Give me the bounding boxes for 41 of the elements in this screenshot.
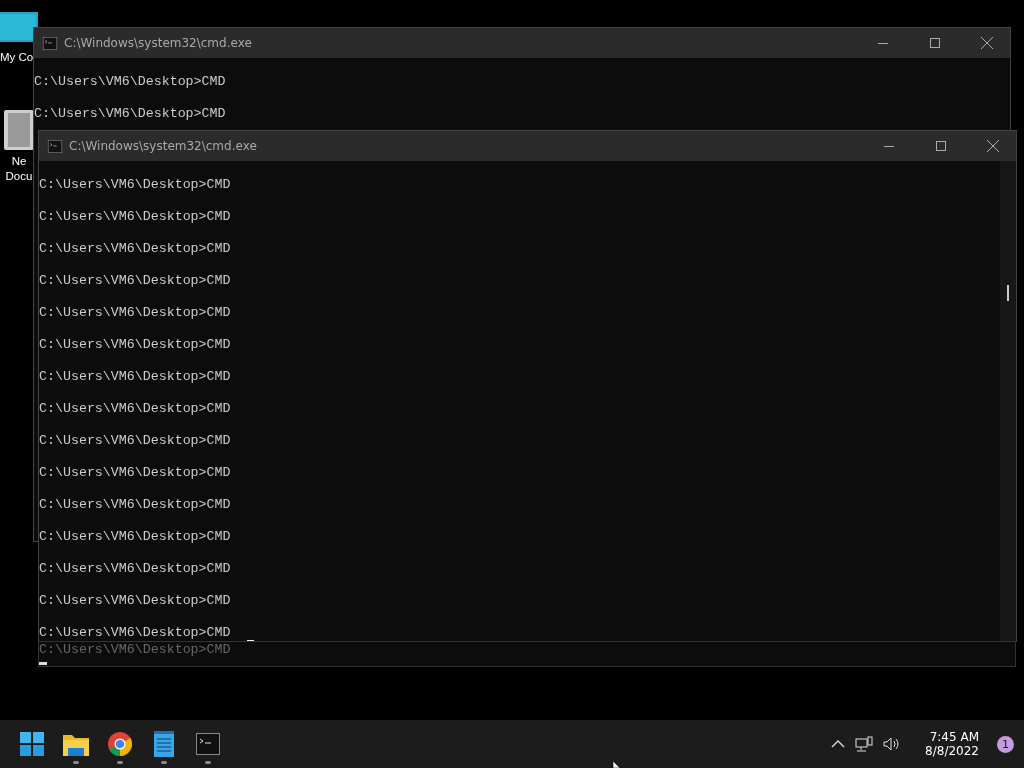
document-icon — [4, 110, 34, 150]
app-icon — [47, 139, 63, 153]
scrollbar-thumb[interactable] — [1007, 285, 1009, 301]
network-icon[interactable] — [853, 733, 876, 755]
command-line: C:\Users\VM6\Desktop>CMD — [39, 401, 231, 417]
close-icon[interactable] — [980, 36, 994, 50]
clock-date: 8/8/2022 — [925, 744, 979, 758]
command-line: C:\Users\VM6\Desktop>CMD — [39, 177, 231, 193]
icon-label: Ne Docu — [5, 154, 33, 184]
command-line: C:\Users\VM6\Desktop>CMD — [34, 74, 226, 90]
command-line: C:\Users\VM6\Desktop>CMD — [39, 369, 231, 385]
command-line: C:\Users\VM6\Desktop>CMD — [39, 273, 231, 289]
maximize-icon[interactable] — [929, 37, 941, 49]
maximize-icon[interactable] — [935, 140, 947, 152]
folder-icon[interactable] — [63, 732, 89, 756]
command-line: C:\Users\VM6\Desktop>CMD — [39, 433, 231, 449]
command-line: C:\Users\VM6\Desktop>CMD — [39, 625, 231, 641]
terminal-icon[interactable] — [196, 733, 220, 755]
command-line: C:\Users\VM6\Desktop>CMD — [39, 241, 231, 257]
window-title: C:\Windows\system32\cmd.exe — [64, 36, 253, 50]
window-title: C:\Windows\system32\cmd.exe — [69, 139, 258, 153]
command-line: C:\Users\VM6\Desktop>CMD — [39, 209, 231, 225]
browser-icon[interactable] — [108, 732, 132, 756]
mouse-pointer-icon — [612, 761, 622, 768]
icon-label: My Co — [0, 50, 34, 65]
command-line: C:\Users\VM6\Desktop>CMD — [34, 106, 226, 122]
notification-badge[interactable]: 1 — [997, 735, 1014, 753]
command-line: C:\Users\VM6\Desktop>CMD — [39, 593, 231, 609]
command-line: C:\Users\VM6\Desktop>CMD — [39, 529, 231, 545]
clock[interactable]: 7:45 AM 8/8/2022 — [917, 730, 987, 758]
close-icon[interactable] — [986, 139, 1000, 153]
app-icon — [42, 36, 58, 50]
command-line: C:\Users\VM6\Desktop>CMD — [39, 497, 231, 513]
command-line: C:\Users\VM6\Desktop>CMD — [39, 465, 231, 481]
command-line: C:\Users\VM6\Desktop>CMD — [39, 305, 231, 321]
clock-time: 7:45 AM — [929, 730, 979, 744]
command-line: C:\Users\VM6\Desktop>CMD — [39, 561, 231, 577]
command-line: C:\Users\VM6\Desktop>CMD — [39, 337, 231, 353]
scrollbar[interactable] — [1000, 161, 1016, 641]
faded-command-line: C:\Users\VM6\Desktop>CMD — [39, 642, 231, 658]
windows-logo-icon[interactable] — [20, 732, 44, 756]
